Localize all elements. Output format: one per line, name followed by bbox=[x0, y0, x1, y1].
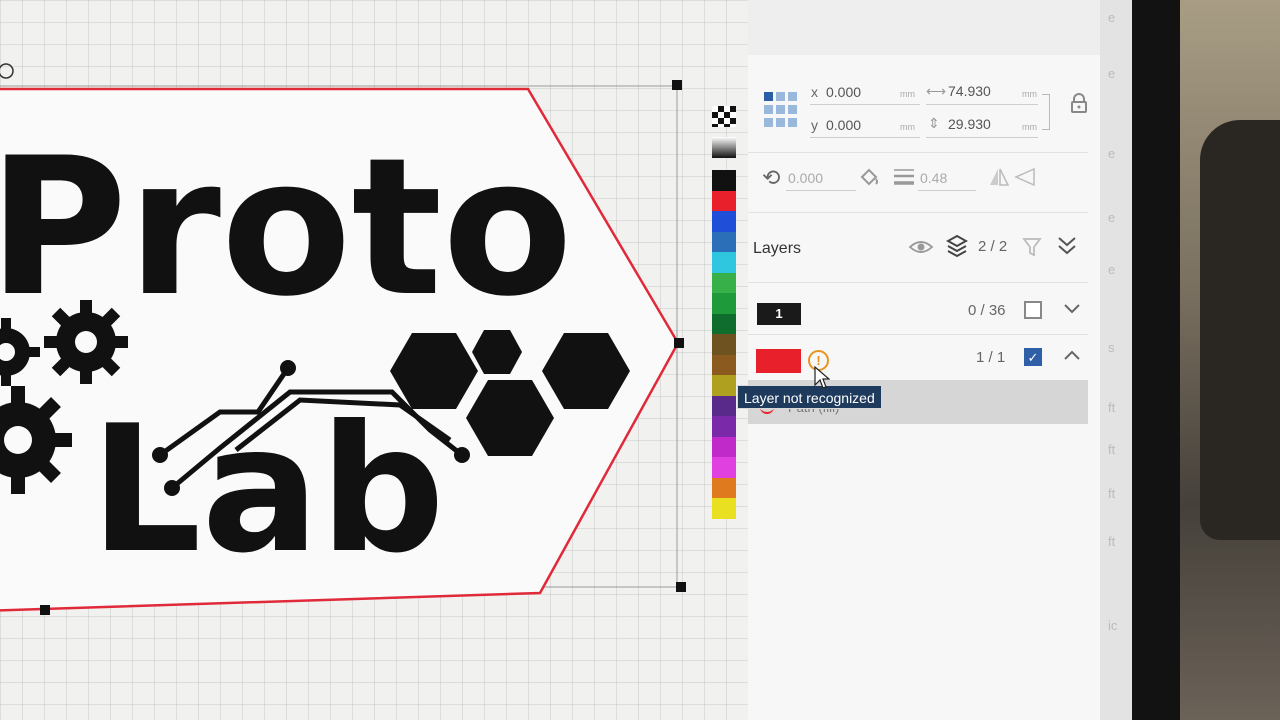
screen: Proto Lab x 0.000 mm y 0.000 mm ⟷ 74.930… bbox=[0, 0, 1280, 720]
color-swatch[interactable] bbox=[712, 334, 736, 355]
gear-icon bbox=[44, 300, 128, 384]
mouse-cursor-icon bbox=[814, 366, 830, 389]
y-label: y bbox=[811, 117, 818, 133]
color-swatch[interactable] bbox=[712, 375, 736, 396]
separator bbox=[748, 152, 1088, 153]
color-swatch[interactable] bbox=[712, 436, 736, 457]
height-input-underline bbox=[926, 137, 1038, 138]
color-swatch[interactable] bbox=[712, 354, 736, 375]
layer-checkbox[interactable] bbox=[1024, 301, 1042, 319]
design-canvas[interactable]: Proto Lab bbox=[0, 0, 748, 720]
x-input[interactable]: 0.000 bbox=[826, 84, 861, 100]
edge-letter: ft bbox=[1108, 400, 1116, 415]
separator bbox=[748, 212, 1088, 213]
logo-text-lab: Lab bbox=[90, 389, 445, 592]
layer-object-count: 0 / 36 bbox=[968, 302, 1006, 319]
color-swatch[interactable] bbox=[712, 477, 736, 498]
collapse-all-icon[interactable] bbox=[1056, 234, 1078, 258]
color-swatch[interactable] bbox=[712, 211, 736, 232]
color-palette bbox=[712, 106, 736, 519]
height-icon: ⇕ bbox=[928, 115, 940, 131]
y-input[interactable]: 0.000 bbox=[826, 117, 861, 133]
line-width-icon bbox=[894, 169, 914, 185]
width-input-underline bbox=[926, 104, 1038, 105]
line-width-underline bbox=[918, 190, 976, 191]
tooltip: Layer not recognized bbox=[737, 385, 882, 409]
monitor-bezel bbox=[1132, 0, 1180, 720]
edge-letter: ic bbox=[1108, 618, 1118, 633]
fill-bucket-icon[interactable] bbox=[858, 166, 880, 188]
edge-letter: ft bbox=[1108, 534, 1116, 549]
color-swatch[interactable] bbox=[712, 293, 736, 314]
layer-color-swatch[interactable] bbox=[756, 349, 801, 373]
rotate-handle-icon bbox=[0, 63, 14, 79]
transparent-swatch[interactable] bbox=[712, 106, 736, 127]
flip-vertical-icon[interactable] bbox=[1014, 166, 1036, 188]
x-input-underline bbox=[810, 104, 920, 105]
resize-handle-right bbox=[674, 338, 684, 348]
separator bbox=[748, 334, 1088, 335]
layers-count: 2 / 2 bbox=[978, 238, 1008, 255]
x-unit: mm bbox=[900, 89, 915, 99]
filter-icon[interactable] bbox=[1022, 236, 1042, 258]
edge-letter: e bbox=[1108, 10, 1116, 25]
edge-letter: e bbox=[1108, 146, 1116, 161]
layer-checkbox-checked[interactable]: ✓ bbox=[1024, 348, 1042, 366]
anchor-grid-icon[interactable] bbox=[762, 90, 802, 132]
layer-badge[interactable]: 1 bbox=[757, 303, 801, 325]
resize-handle-bottom-right bbox=[676, 582, 686, 592]
y-input-underline bbox=[810, 137, 920, 138]
rotate-icon: ⟲ bbox=[762, 165, 781, 190]
panel-header bbox=[748, 0, 1100, 55]
gradient-swatch[interactable] bbox=[712, 137, 736, 158]
chevron-up-icon[interactable] bbox=[1062, 348, 1082, 362]
properties-panel: x 0.000 mm y 0.000 mm ⟷ 74.930 mm ⇕ 29.9… bbox=[748, 0, 1100, 720]
layers-stack-icon[interactable] bbox=[946, 234, 968, 260]
height-input[interactable]: 29.930 bbox=[948, 116, 991, 132]
resize-handle-top-right bbox=[672, 80, 682, 90]
layer-object-count: 1 / 1 bbox=[976, 349, 1006, 366]
color-swatch[interactable] bbox=[712, 170, 736, 191]
separator bbox=[748, 282, 1088, 283]
adjacent-window-strip bbox=[1100, 0, 1132, 720]
color-swatch[interactable] bbox=[712, 313, 736, 334]
flip-horizontal-icon[interactable] bbox=[988, 166, 1010, 188]
color-swatch[interactable] bbox=[712, 498, 736, 519]
height-unit: mm bbox=[1022, 122, 1037, 132]
rotation-underline bbox=[786, 190, 856, 191]
line-width-input[interactable]: 0.48 bbox=[920, 170, 947, 186]
color-swatch[interactable] bbox=[712, 231, 736, 252]
background-object bbox=[1200, 120, 1280, 540]
eye-icon[interactable] bbox=[908, 238, 934, 256]
layers-title: Layers bbox=[753, 240, 802, 257]
color-swatch[interactable] bbox=[712, 190, 736, 211]
edge-letter: s bbox=[1108, 340, 1115, 355]
edge-letter: e bbox=[1108, 262, 1116, 277]
rotation-input[interactable]: 0.000 bbox=[788, 170, 823, 186]
color-swatch[interactable] bbox=[712, 252, 736, 273]
edge-letter: ft bbox=[1108, 442, 1116, 457]
edge-letter: e bbox=[1108, 210, 1116, 225]
lock-icon[interactable] bbox=[1070, 92, 1088, 114]
palette-color-list bbox=[712, 170, 736, 519]
width-input[interactable]: 74.930 bbox=[948, 83, 991, 99]
edge-letter: e bbox=[1108, 66, 1116, 81]
aspect-link-bracket bbox=[1042, 94, 1050, 130]
color-swatch[interactable] bbox=[712, 272, 736, 293]
chevron-down-icon[interactable] bbox=[1062, 302, 1082, 316]
color-swatch[interactable] bbox=[712, 457, 736, 478]
x-label: x bbox=[811, 84, 818, 100]
color-swatch[interactable] bbox=[712, 416, 736, 437]
width-unit: mm bbox=[1022, 89, 1037, 99]
resize-handle-bottom bbox=[40, 605, 50, 615]
edge-letter: ft bbox=[1108, 486, 1116, 501]
width-icon: ⟷ bbox=[926, 83, 947, 99]
artwork[interactable]: Proto Lab bbox=[0, 0, 748, 720]
color-swatch[interactable] bbox=[712, 395, 736, 416]
y-unit: mm bbox=[900, 122, 915, 132]
